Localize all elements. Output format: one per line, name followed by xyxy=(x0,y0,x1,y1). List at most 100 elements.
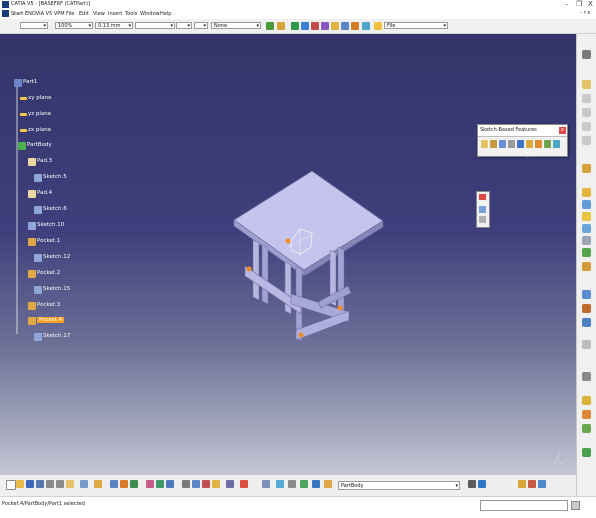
copy-icon[interactable] xyxy=(56,480,64,488)
gear-icon[interactable] xyxy=(582,50,591,59)
line-thickness-combo[interactable]: 0.13 mm ▾ xyxy=(95,22,133,29)
menu-edit[interactable]: Edit xyxy=(79,11,89,17)
shading-icon[interactable] xyxy=(226,480,234,488)
save-icon[interactable] xyxy=(26,480,34,488)
3d-viewport[interactable]: Part1 xy plane yz plane zx plane PartBod… xyxy=(0,34,576,474)
pattern-icon[interactable] xyxy=(582,318,591,327)
sketcher-entry-icon[interactable] xyxy=(518,480,526,488)
shaft-tool-icon[interactable] xyxy=(499,140,506,148)
mini-close-icon[interactable] xyxy=(479,194,486,200)
new-file-icon[interactable] xyxy=(6,480,16,490)
view-icon[interactable] xyxy=(331,22,339,30)
what-is-this-icon[interactable] xyxy=(94,480,102,488)
axis-icon[interactable] xyxy=(582,340,591,349)
tree-item-yz-plane[interactable]: yz plane xyxy=(20,109,51,120)
menu-start[interactable]: Start xyxy=(11,11,23,17)
swap-space-icon[interactable] xyxy=(262,480,270,488)
measure-between-icon[interactable] xyxy=(288,480,296,488)
work-object-icon[interactable] xyxy=(324,480,332,488)
rotate-icon[interactable] xyxy=(301,22,309,30)
remove-face-icon[interactable] xyxy=(582,262,591,271)
define-in-work-object-icon[interactable] xyxy=(312,480,320,488)
plane-tool-icon[interactable] xyxy=(146,480,154,488)
toolbar-header[interactable]: Sketch-Based Features x xyxy=(478,125,567,137)
menu-enovia[interactable]: ENOVIA V5 VPM xyxy=(25,11,65,17)
hole-tool-icon[interactable] xyxy=(517,140,524,148)
fit-all-icon[interactable] xyxy=(182,480,190,488)
tree-item-partbody[interactable]: PartBody xyxy=(18,140,52,151)
menu-insert[interactable]: Insert xyxy=(108,11,122,17)
chamfer-icon[interactable] xyxy=(582,200,591,209)
shell-icon[interactable] xyxy=(582,224,591,233)
mdi-controls[interactable]: - ♯ x xyxy=(580,10,590,16)
insert-body-icon[interactable] xyxy=(478,480,486,488)
tree-item-pad3[interactable]: Pad.3 xyxy=(28,156,52,167)
tree-item-zx-plane[interactable]: zx plane xyxy=(20,125,51,136)
tool-icon-a[interactable] xyxy=(582,94,591,103)
tree-item-pocket3[interactable]: Pocket.3 xyxy=(28,300,60,311)
multi-view-icon[interactable] xyxy=(351,22,359,30)
tree-item-sketch6[interactable]: Sketch.6 xyxy=(34,204,67,215)
hide-icon[interactable] xyxy=(240,480,248,488)
restore-button[interactable]: ❐ xyxy=(576,0,582,8)
line-tool-icon[interactable] xyxy=(166,480,174,488)
hide-show-icon[interactable] xyxy=(362,22,370,30)
open-folder-icon[interactable] xyxy=(16,480,24,488)
menu-window[interactable]: Window xyxy=(140,11,160,17)
undo-icon[interactable] xyxy=(80,480,88,488)
mirror-icon[interactable] xyxy=(582,304,591,313)
brush-icon[interactable] xyxy=(277,22,285,30)
translation-icon[interactable] xyxy=(582,290,591,299)
menu-file[interactable]: File xyxy=(66,11,74,17)
apply-material-icon[interactable] xyxy=(582,410,591,419)
pad-tool-icon[interactable] xyxy=(481,140,488,148)
axis-system-icon[interactable] xyxy=(276,480,284,488)
mini-tool-icon[interactable] xyxy=(479,206,486,213)
positioned-sketch-icon[interactable] xyxy=(538,480,546,488)
catalog-icon[interactable] xyxy=(582,424,591,433)
pocket-tool-icon[interactable] xyxy=(490,140,497,148)
thickness-icon[interactable] xyxy=(582,236,591,245)
tool-icon-c[interactable] xyxy=(582,122,591,131)
tree-item-sketch12[interactable]: Sketch.12 xyxy=(34,252,70,263)
rib-tool-icon[interactable] xyxy=(526,140,533,148)
menu-view[interactable]: View xyxy=(93,11,105,17)
move-icon[interactable] xyxy=(311,22,319,30)
color-combo[interactable]: ▾ xyxy=(20,22,48,29)
draft-icon[interactable] xyxy=(582,212,591,221)
measure-icon[interactable] xyxy=(582,372,591,381)
command-input[interactable] xyxy=(480,500,568,511)
stiffener-tool-icon[interactable] xyxy=(544,140,551,148)
folder-icon[interactable] xyxy=(374,22,382,30)
slot-tool-icon[interactable] xyxy=(535,140,542,148)
formula-icon[interactable] xyxy=(130,480,138,488)
layer-combo[interactable]: None ▾ xyxy=(211,22,261,29)
point-type-combo[interactable]: ▾ xyxy=(176,22,192,29)
zoom-icon[interactable] xyxy=(321,22,329,30)
rotate-view-icon[interactable] xyxy=(202,480,210,488)
constraint-icon[interactable] xyxy=(120,480,128,488)
selection-filter-combo[interactable]: File ▾ xyxy=(384,22,448,29)
tree-item-sketch10[interactable]: Sketch.10 xyxy=(28,220,64,231)
print-icon[interactable] xyxy=(36,480,44,488)
tool-icon-d[interactable] xyxy=(582,136,591,145)
current-body-combo[interactable]: PartBody ▾ xyxy=(338,481,460,490)
analysis-icon[interactable] xyxy=(582,396,591,405)
cut-icon[interactable] xyxy=(46,480,54,488)
boolean-icon[interactable] xyxy=(528,480,536,488)
minimize-button[interactable]: – xyxy=(565,0,569,8)
tree-item-pad4[interactable]: Pad.4 xyxy=(28,188,52,199)
knowledge-icon[interactable] xyxy=(582,448,591,457)
tree-root-part1[interactable]: Part1 xyxy=(14,77,37,88)
line-type-combo[interactable]: ▾ xyxy=(135,22,175,29)
tree-item-sketch5[interactable]: Sketch.5 xyxy=(34,172,67,183)
sketch-based-features-toolbar[interactable]: Sketch-Based Features x xyxy=(477,124,568,157)
thread-icon[interactable] xyxy=(582,248,591,257)
part-body-tool-icon[interactable] xyxy=(468,480,476,488)
sketcher-icon[interactable] xyxy=(582,80,591,89)
update-icon[interactable] xyxy=(110,480,118,488)
loft-tool-icon[interactable] xyxy=(553,140,560,148)
mini-floating-toolbar[interactable] xyxy=(476,191,490,228)
tree-item-pocket4[interactable]: Pocket.4 xyxy=(28,315,65,326)
rendering-style-combo[interactable]: ▾ xyxy=(194,22,208,29)
